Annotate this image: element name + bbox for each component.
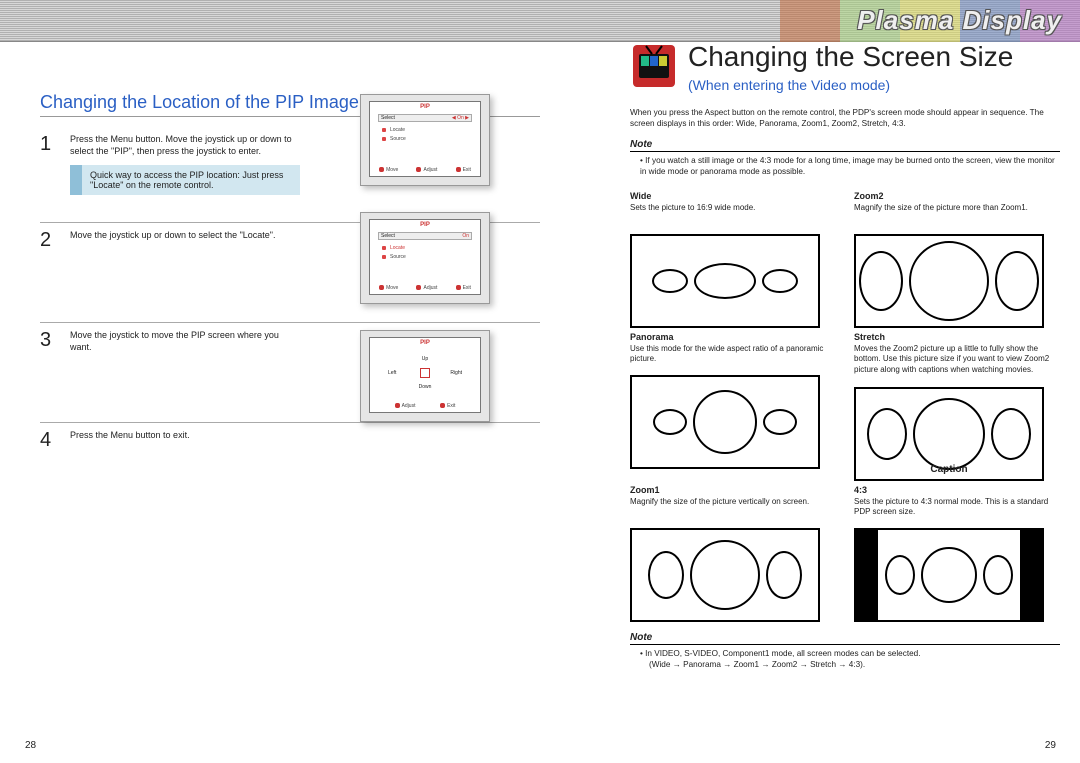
- osd-item: Source: [390, 254, 406, 260]
- step-text: Press the Menu button. Move the joystick…: [70, 133, 300, 157]
- intro-text: When you press the Aspect button on the …: [630, 107, 1060, 129]
- osd-dir: Up: [370, 356, 480, 362]
- aspect-diagram: [854, 528, 1044, 622]
- step-4: 4 Press the Menu button to exit.: [40, 423, 540, 460]
- osd-screenshot-1: PIP Select ◀ On ▶ Locate Source MoveAdju…: [360, 94, 490, 186]
- note2-line2: (Wide → Panorama → Zoom1 → Zoom2 → Stret…: [640, 659, 1060, 670]
- osd-item: Locate: [390, 127, 405, 133]
- step-number: 1: [40, 133, 60, 214]
- mode-stretch: Stretch Moves the Zoom2 picture up a lit…: [854, 332, 1060, 481]
- mode-desc: Magnify the size of the picture more tha…: [854, 203, 1060, 231]
- top-bar: Plasma Display: [0, 0, 1080, 42]
- osd-item: Source: [390, 136, 406, 142]
- aspect-diagram: [630, 234, 820, 328]
- mode-title: Panorama: [630, 332, 836, 342]
- osd-select-value: ◀ On ▶: [452, 115, 469, 121]
- aspect-diagram: [630, 375, 820, 469]
- mode-desc: Moves the Zoom2 picture up a little to f…: [854, 344, 1060, 384]
- step-text: Move the joystick up or down to select t…: [70, 229, 276, 314]
- right-page: Changing the Screen Size (When entering …: [630, 52, 1060, 670]
- mode-grid: Wide Sets the picture to 16:9 wide mode.…: [630, 191, 1060, 622]
- mode-panorama: Panorama Use this mode for the wide aspe…: [630, 332, 836, 481]
- osd-title: PIP: [420, 222, 430, 228]
- step-text: Move the joystick to move the PIP screen…: [70, 329, 300, 414]
- osd-dir: Left: [388, 370, 396, 376]
- note2-line1: In VIDEO, S-VIDEO, Component1 mode, all …: [640, 648, 1060, 659]
- tv-icon: [630, 42, 678, 90]
- step-text: Press the Menu button to exit.: [70, 429, 190, 452]
- note2-head: Note: [630, 632, 1060, 645]
- osd-joystick-icon: [420, 368, 430, 378]
- osd-select-label: Select: [381, 233, 395, 239]
- mode-desc: Sets the picture to 16:9 wide mode.: [630, 203, 836, 231]
- pip-tip: Quick way to access the PIP location: Ju…: [70, 165, 300, 195]
- mode-title: Zoom2: [854, 191, 1060, 201]
- aspect-diagram: [854, 234, 1044, 328]
- osd-dir: Down: [370, 384, 480, 390]
- page-number-left: 28: [25, 740, 36, 751]
- osd-title: PIP: [420, 340, 430, 346]
- osd-item-selected: Locate: [390, 245, 405, 251]
- mode-wide: Wide Sets the picture to 16:9 wide mode.: [630, 191, 836, 328]
- osd-screenshot-2: PIP Select On Locate Source MoveAdjustEx…: [360, 212, 490, 304]
- right-title: Changing the Screen Size: [688, 42, 1013, 73]
- osd-title: PIP: [420, 104, 430, 110]
- mode-desc: Magnify the size of the picture vertical…: [630, 497, 836, 525]
- aspect-diagram: [630, 528, 820, 622]
- osd-select-value: On: [462, 233, 469, 239]
- mode-desc: Sets the picture to 4:3 normal mode. Thi…: [854, 497, 1060, 525]
- note2-body: In VIDEO, S-VIDEO, Component1 mode, all …: [630, 648, 1060, 670]
- osd-footer: MoveAdjustExit: [370, 285, 480, 291]
- osd-select-label: Select: [381, 115, 395, 121]
- mode-43: 4:3 Sets the picture to 4:3 normal mode.…: [854, 485, 1060, 622]
- step-number: 2: [40, 229, 60, 314]
- note1-body: If you watch a still image or the 4:3 mo…: [630, 155, 1060, 177]
- note1-head: Note: [630, 139, 1060, 152]
- mode-title: Zoom1: [630, 485, 836, 495]
- left-page: Changing the Location of the PIP Image 1…: [40, 52, 540, 460]
- brand-title: Plasma Display: [857, 5, 1062, 36]
- caption-label: Caption: [930, 464, 967, 475]
- mode-zoom2: Zoom2 Magnify the size of the picture mo…: [854, 191, 1060, 328]
- osd-dir: Right: [450, 370, 462, 376]
- mode-zoom1: Zoom1 Magnify the size of the picture ve…: [630, 485, 836, 622]
- osd-screenshot-3: PIP Up Left Right Down AdjustExit: [360, 330, 490, 422]
- step-number: 3: [40, 329, 60, 414]
- mode-title: Wide: [630, 191, 836, 201]
- osd-footer: AdjustExit: [370, 403, 480, 409]
- mode-desc: Use this mode for the wide aspect ratio …: [630, 344, 836, 372]
- osd-footer: MoveAdjustExit: [370, 167, 480, 173]
- page-number-right: 29: [1045, 740, 1056, 751]
- step-number: 4: [40, 429, 60, 452]
- mode-title: Stretch: [854, 332, 1060, 342]
- aspect-diagram: Caption: [854, 387, 1044, 481]
- mode-title: 4:3: [854, 485, 1060, 495]
- right-subtitle: (When entering the Video mode): [688, 77, 1013, 93]
